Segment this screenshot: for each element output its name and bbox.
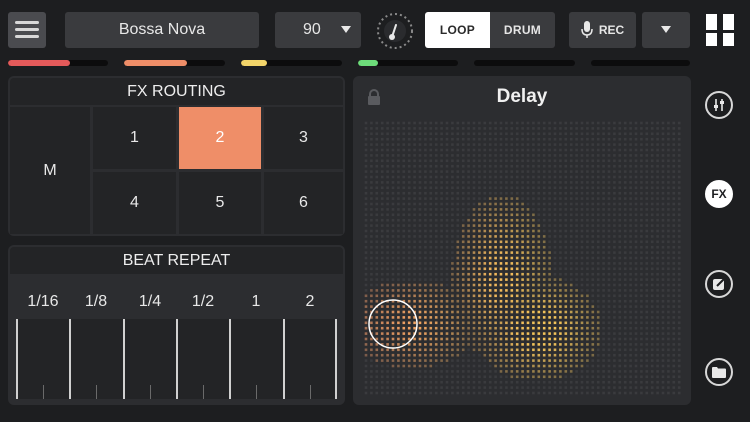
edit-icon bbox=[713, 277, 726, 290]
beat-tick bbox=[310, 385, 311, 399]
beat-division-label: 1 bbox=[251, 293, 261, 310]
rec-label: REC bbox=[598, 23, 625, 37]
beat-tick bbox=[43, 385, 44, 399]
beat-repeat-panel: BEAT REPEAT 1/16 1/8 1/4 1/2 1 2 bbox=[8, 245, 345, 405]
microphone-icon bbox=[581, 21, 593, 38]
beat-tick bbox=[96, 385, 97, 399]
rec-options-dropdown[interactable] bbox=[642, 12, 690, 48]
loop-button[interactable]: LOOP bbox=[425, 12, 490, 48]
chevron-down-icon bbox=[341, 26, 351, 33]
beat-divider bbox=[16, 319, 18, 399]
beat-divider bbox=[335, 319, 337, 399]
tempo-selector[interactable]: 90 bbox=[275, 12, 361, 48]
drum-button[interactable]: DRUM bbox=[490, 12, 555, 48]
beat-division-label: 1/2 bbox=[191, 293, 215, 310]
beat-divider bbox=[69, 319, 71, 399]
fx-master-slot[interactable]: M bbox=[10, 107, 90, 234]
level-meter-4 bbox=[358, 60, 458, 66]
genre-selector[interactable]: Bossa Nova bbox=[65, 12, 259, 48]
fx-slot-2[interactable]: 2 bbox=[179, 107, 261, 169]
fx-pad-panel: Delay bbox=[353, 76, 691, 405]
mixer-button[interactable] bbox=[705, 91, 733, 119]
beat-repeat-title: BEAT REPEAT bbox=[10, 247, 343, 274]
beat-division-label: 2 bbox=[305, 293, 315, 310]
beat-division-label: 1/4 bbox=[138, 293, 162, 310]
beat-divider bbox=[123, 319, 125, 399]
beat-tick bbox=[150, 385, 151, 399]
pause-icon[interactable] bbox=[706, 14, 734, 46]
fx-slot-1[interactable]: 1 bbox=[93, 107, 176, 169]
sliders-icon bbox=[714, 99, 724, 111]
fx-slot-3[interactable]: 3 bbox=[264, 107, 343, 169]
fx-effect-name: Delay bbox=[496, 86, 548, 107]
level-meter-6 bbox=[591, 60, 690, 66]
beat-tick bbox=[203, 385, 204, 399]
level-meter-3 bbox=[241, 60, 342, 66]
chevron-down-icon bbox=[661, 26, 671, 33]
level-meter-2 bbox=[124, 60, 225, 66]
fx-routing-panel: FX ROUTING M 1 2 3 4 5 6 bbox=[8, 76, 345, 236]
xy-pad[interactable] bbox=[362, 119, 682, 395]
level-meter-1 bbox=[8, 60, 108, 66]
beat-division-label: 1/16 bbox=[27, 293, 59, 310]
level-meter-5 bbox=[474, 60, 575, 66]
fx-button[interactable]: FX bbox=[705, 180, 733, 208]
fx-slot-4[interactable]: 4 bbox=[93, 172, 176, 234]
fx-routing-title: FX ROUTING bbox=[10, 78, 343, 105]
beat-repeat-pad[interactable] bbox=[16, 319, 337, 399]
beat-tick bbox=[256, 385, 257, 399]
beat-divider bbox=[229, 319, 231, 399]
edit-button[interactable] bbox=[705, 270, 733, 298]
folder-icon bbox=[712, 367, 726, 378]
hamburger-icon bbox=[15, 21, 39, 24]
beat-divider bbox=[283, 319, 285, 399]
tempo-knob[interactable] bbox=[375, 11, 415, 51]
rec-button[interactable]: REC bbox=[569, 12, 636, 48]
beat-division-label: 1/8 bbox=[84, 293, 108, 310]
beat-divider bbox=[176, 319, 178, 399]
tempo-value: 90 bbox=[303, 21, 321, 38]
mode-toggle[interactable]: LOOP DRUM bbox=[425, 12, 555, 48]
fx-slot-6[interactable]: 6 bbox=[264, 172, 343, 234]
folder-button[interactable] bbox=[705, 358, 733, 386]
genre-label: Bossa Nova bbox=[118, 21, 206, 38]
fx-slot-5[interactable]: 5 bbox=[179, 172, 261, 234]
menu-button[interactable] bbox=[8, 12, 46, 48]
